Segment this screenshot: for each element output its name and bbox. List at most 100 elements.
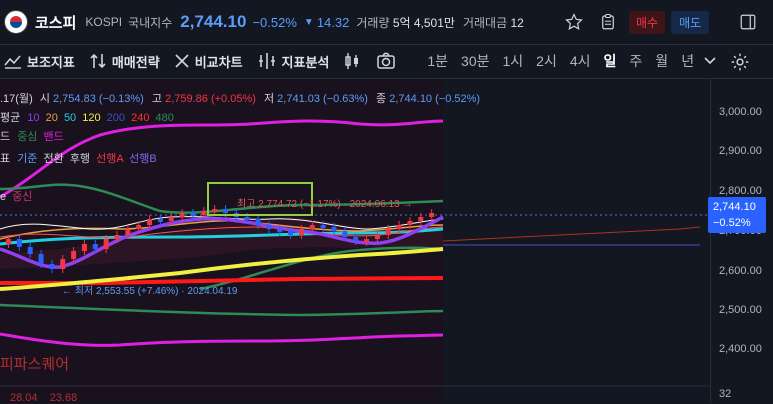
tf-week[interactable]: 주 — [629, 51, 642, 71]
bb-legend-label: 드 — [0, 131, 11, 143]
header-actions: 매수 매도 — [551, 0, 773, 44]
sell-button[interactable]: 매도 — [671, 10, 710, 34]
strategy-label: 매매전략 — [111, 54, 160, 70]
analysis-label: 지표분석 — [281, 54, 330, 70]
timeframe-group: 1분 30분 1시 2시 4시 일 주 월 년 — [414, 51, 694, 71]
candle-body — [16, 239, 22, 247]
indicators-label: 보조지표 — [27, 54, 75, 70]
candle-body — [157, 219, 163, 222]
bb-legend[interactable]: 드 중심 밴드 — [0, 128, 64, 144]
legend-open-label: 시 — [39, 93, 50, 105]
ichimoku-legend-label: 표 — [0, 153, 11, 165]
candle-body — [309, 225, 315, 229]
symbol-type: 국내지수 — [128, 15, 173, 30]
amount-info: 거래대금 12 — [463, 14, 524, 31]
ma-legend-10: 10 — [27, 112, 40, 124]
screenshot-camera-icon[interactable] — [376, 52, 401, 70]
candle-body — [125, 229, 131, 235]
extra-legend-label: e — [0, 191, 7, 203]
korea-flag-icon — [4, 10, 28, 34]
compare-x-icon — [175, 54, 189, 68]
tf-1min[interactable]: 1분 — [427, 51, 448, 71]
compare-button[interactable]: 비교차트 — [174, 52, 243, 71]
change-absolute: 14.32 — [316, 14, 350, 30]
candle-body — [244, 217, 250, 220]
ma-legend-480: 480 — [155, 112, 174, 124]
sidebar-toggle-icon[interactable] — [737, 11, 759, 33]
axis-tick: 2,900.00 — [719, 145, 762, 157]
down-triangle-icon: ▼ — [303, 16, 314, 28]
axis-tick: 2,500.00 — [719, 304, 762, 316]
volume-info: 거래량 5억 4,501만 — [356, 14, 455, 31]
candle-style-icon[interactable] — [343, 52, 366, 70]
ichimoku-legend-span-a: 선행A — [96, 153, 124, 165]
bb-legend-band: 밴드 — [43, 131, 64, 143]
legend-low: 2,741.03 (−0.63%) — [277, 93, 368, 105]
ma-legend[interactable]: 평균 10 20 50 120 200 240 480 — [0, 109, 174, 125]
indicators-button[interactable]: 보조지표 — [4, 52, 75, 71]
analysis-button[interactable]: 지표분석 — [257, 52, 330, 71]
tf-30min[interactable]: 30분 — [461, 51, 489, 71]
candle-body — [103, 239, 109, 249]
tf-year[interactable]: 년 — [681, 51, 694, 71]
ma-legend-20: 20 — [45, 112, 58, 124]
compare-label: 비교차트 — [194, 54, 243, 70]
candle-body — [223, 209, 228, 213]
candle-body — [27, 247, 33, 254]
candle-body — [179, 213, 185, 217]
candle-body — [190, 213, 196, 216]
candle-body — [288, 231, 294, 235]
tf-month[interactable]: 월 — [655, 51, 668, 71]
candle-body — [298, 229, 304, 235]
price-axis[interactable]: 3,000.00 2,900.00 2,800.00 2,700.00 2,60… — [710, 79, 773, 403]
ma-legend-200: 200 — [106, 112, 126, 124]
span-a-extension — [442, 226, 701, 242]
ma-legend-120: 120 — [82, 112, 101, 124]
candle-body — [147, 219, 153, 225]
strategy-arrows-icon — [90, 53, 106, 69]
extra-legend: e 중신 — [0, 188, 32, 204]
axis-tick: 2,600.00 — [719, 265, 762, 277]
candle-body — [92, 244, 98, 249]
price-tag-pct: −0.52% — [713, 217, 751, 229]
axis-tick: 2,400.00 — [719, 343, 762, 355]
clipboard-icon[interactable] — [597, 11, 619, 33]
symbol-code: KOSPI — [85, 15, 123, 29]
chevron-down-icon[interactable] — [704, 57, 716, 65]
tf-2hour[interactable]: 2시 — [536, 51, 557, 71]
settings-gear-icon[interactable] — [730, 52, 750, 72]
low-annotation: ← 최저 2,553.55 (+7.46%) · 2024.04.19 — [62, 286, 238, 297]
ohlc-legend: .17(월) 시 2,754.83 (−0.13%) 고 2,759.86 (+… — [0, 90, 480, 106]
ichimoku-legend[interactable]: 표 기준 전환 후행 선행A 선행B — [0, 150, 157, 166]
favorite-star-icon[interactable] — [563, 11, 585, 33]
candle-body — [266, 225, 272, 229]
legend-high: 2,759.86 (+0.05%) — [165, 93, 256, 105]
candle-body — [60, 259, 66, 269]
symbol-name[interactable]: 코스피 — [35, 12, 76, 33]
candle-body — [136, 225, 142, 229]
current-price: 2,744.10 — [180, 12, 247, 31]
ichimoku-legend-conv: 전환 — [43, 153, 64, 165]
candle-body — [114, 235, 120, 239]
candle-body — [353, 237, 359, 241]
lower-pane-values: 28.04 23.68 — [10, 392, 78, 404]
ma-legend-240: 240 — [131, 112, 150, 124]
ma-legend-50: 50 — [63, 112, 77, 124]
price-chart[interactable]: .17(월) 시 2,754.83 (−0.13%) 고 2,759.86 (+… — [0, 79, 710, 404]
volume-label: 거래량 — [356, 15, 390, 30]
tf-day[interactable]: 일 — [604, 51, 617, 71]
ma-legend-label: 평균 — [0, 112, 21, 124]
candle-body — [49, 264, 55, 269]
price-tag-value: 2,744.10 — [713, 201, 756, 213]
candle-body — [38, 254, 44, 264]
strategy-button[interactable]: 매매전략 — [89, 52, 160, 71]
candle-body — [81, 244, 87, 251]
amount-label: 거래대금 — [462, 15, 508, 30]
chart-canvas[interactable] — [0, 79, 710, 403]
axis-tick: 32 — [719, 388, 732, 400]
tf-1hour[interactable]: 1시 — [503, 51, 524, 71]
buy-button[interactable]: 매수 — [629, 10, 666, 34]
tf-4hour[interactable]: 4시 — [570, 51, 591, 71]
legend-date: .17(월) — [0, 93, 33, 105]
watermark-text: 피파스퀘어 — [0, 356, 70, 373]
